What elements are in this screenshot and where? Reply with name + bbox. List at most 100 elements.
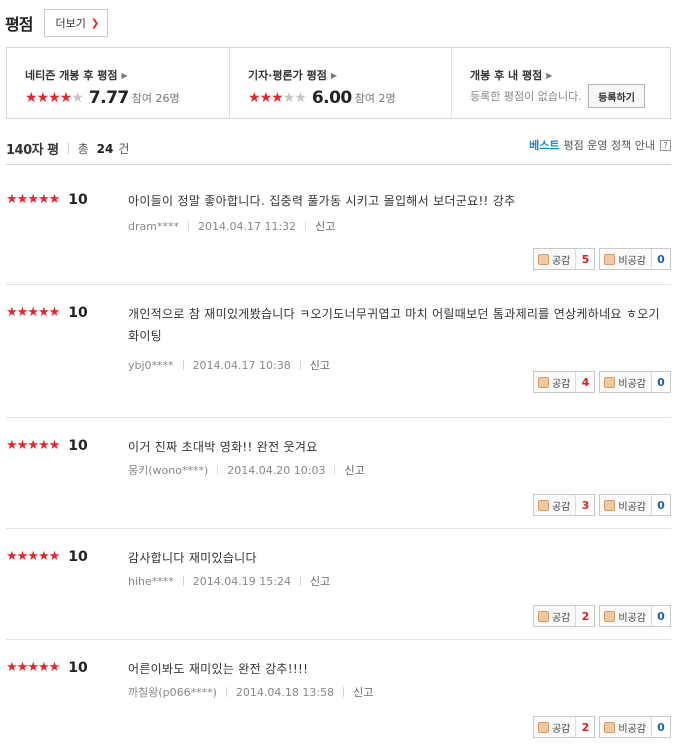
star-filled-icon: ★ bbox=[27, 549, 39, 564]
review-author[interactable]: hihe**** bbox=[128, 575, 174, 588]
dislike-button[interactable]: 비공감 0 bbox=[599, 248, 671, 270]
review-rating: ★ ★ ★ ★ ★ 10 bbox=[6, 549, 88, 565]
participants-count: 참여 26명 bbox=[131, 92, 180, 105]
reviews-list: ★ ★ ★ ★ ★ 10 아이들이 정말 좋아합니다. 집중력 풀가동 시키고 몰입해서 보… bbox=[6, 172, 671, 748]
section-title: 평점 bbox=[5, 15, 33, 34]
divider bbox=[217, 465, 219, 475]
arrow-right-icon: ▶ bbox=[546, 70, 553, 80]
review-date: 2014.04.17 11:32 bbox=[197, 219, 297, 233]
star-rating: ★ ★ ★ ★ ★ bbox=[6, 660, 60, 675]
score-value: 6.00 bbox=[311, 88, 352, 108]
star-filled-icon: ★ bbox=[37, 660, 50, 675]
star-filled-icon: ★ bbox=[16, 660, 29, 675]
like-button[interactable]: 공감 2 bbox=[532, 605, 596, 627]
dislike-button[interactable]: 비공감 0 bbox=[599, 371, 671, 393]
star-empty-icon: ★ bbox=[71, 90, 84, 106]
review-meta: ybj0**** 2014.04.17 10:38 신고 bbox=[128, 357, 330, 373]
my-score-label[interactable]: 개봉 후 내 평점 ▶ bbox=[470, 67, 670, 83]
star-rating: ★ ★ ★ ★ ★ bbox=[6, 305, 60, 320]
report-link[interactable]: 신고 bbox=[310, 573, 330, 589]
more-button[interactable]: 더보기 ❯ bbox=[44, 9, 109, 37]
like-button[interactable]: 공감 4 bbox=[532, 371, 596, 393]
reviews-title: 140자 평 bbox=[6, 143, 59, 158]
like-button[interactable]: 공감 3 bbox=[532, 494, 596, 516]
star-filled-icon: ★ bbox=[6, 192, 18, 207]
divider bbox=[305, 221, 307, 231]
review-date: 2014.04.19 15:24 bbox=[192, 574, 291, 588]
dislike-count: 0 bbox=[651, 249, 670, 269]
total-unit: 건 bbox=[118, 142, 130, 156]
star-filled-icon: ★ bbox=[25, 90, 38, 106]
my-score: 개봉 후 내 평점 ▶ 등록한 평점이 없습니다. 등록하기 bbox=[451, 48, 670, 118]
review-score: 10 bbox=[68, 660, 88, 676]
star-empty-icon: ★ bbox=[282, 90, 296, 106]
divider bbox=[182, 360, 184, 370]
star-filled-icon: ★ bbox=[16, 438, 29, 453]
like-label: 공감 bbox=[551, 255, 571, 267]
like-count: 3 bbox=[575, 495, 595, 515]
review-rating: ★ ★ ★ ★ ★ 10 bbox=[6, 438, 88, 454]
star-filled-icon: ★ bbox=[27, 438, 39, 453]
review-author[interactable]: dram**** bbox=[128, 220, 179, 233]
star-filled-icon: ★ bbox=[271, 90, 284, 106]
star-filled-icon: ★ bbox=[48, 438, 61, 453]
star-filled-icon: ★ bbox=[6, 549, 18, 564]
critic-score: 기자·평론가 평점 ▶ ★ ★ ★ ★ ★ 6.00 참여 2명 bbox=[229, 48, 451, 118]
star-rating: ★ ★ ★ ★ ★ bbox=[6, 438, 61, 453]
like-button[interactable]: 공감 5 bbox=[532, 248, 596, 270]
review-text: 감사합니다 재미있습니다 bbox=[128, 551, 257, 565]
star-filled-icon: ★ bbox=[16, 305, 29, 320]
review-date: 2014.04.18 13:58 bbox=[235, 685, 335, 699]
report-link[interactable]: 신고 bbox=[353, 684, 373, 700]
star-filled-icon: ★ bbox=[248, 90, 261, 106]
dislike-button[interactable]: 비공감 0 bbox=[599, 494, 671, 516]
thumbs-up-icon bbox=[537, 610, 549, 622]
more-button-label: 더보기 bbox=[55, 17, 86, 30]
vote-buttons: 공감 2 비공감 0 bbox=[532, 605, 671, 627]
dislike-label: 비공감 bbox=[618, 255, 646, 267]
thumbs-up-icon bbox=[537, 499, 549, 511]
policy-link[interactable]: 베스트 평점 운영 정책 안내 ? bbox=[529, 137, 671, 153]
star-filled-icon: ★ bbox=[37, 549, 50, 564]
report-link[interactable]: 신고 bbox=[344, 462, 364, 478]
netizen-score-label[interactable]: 네티즌 개봉 후 평점 ▶ bbox=[25, 67, 229, 83]
report-link[interactable]: 신고 bbox=[315, 218, 335, 234]
like-label: 공감 bbox=[551, 612, 571, 624]
review-score: 10 bbox=[68, 549, 88, 565]
register-score-button[interactable]: 등록하기 bbox=[588, 84, 645, 108]
critic-score-label[interactable]: 기자·평론가 평점 ▶ bbox=[248, 67, 451, 83]
review-meta: 까칠왕(p066****) 2014.04.18 13:58 신고 bbox=[128, 684, 373, 700]
arrow-right-icon: ▶ bbox=[330, 70, 338, 80]
help-icon[interactable]: ? bbox=[660, 139, 671, 151]
star-filled-icon: ★ bbox=[16, 192, 29, 207]
review-text: 어른이봐도 재미있는 완전 강추!!!! bbox=[128, 662, 309, 676]
participants-count: 참여 2명 bbox=[354, 92, 396, 105]
review-date: 2014.04.17 10:38 bbox=[192, 358, 291, 372]
divider bbox=[67, 143, 69, 154]
dislike-button[interactable]: 비공감 0 bbox=[599, 716, 671, 738]
reviews-bar: 140자 평 총 24 건 베스트 평점 운영 정책 안내 ? bbox=[6, 135, 671, 165]
score-value: 7.77 bbox=[88, 88, 129, 108]
review-text: 아이들이 정말 좋아합니다. 집중력 풀가동 시키고 몰입해서 보더군요!! 강… bbox=[128, 194, 516, 208]
review-author[interactable]: 몽키(wono****) bbox=[128, 462, 208, 478]
dislike-button[interactable]: 비공감 0 bbox=[599, 605, 671, 627]
thumbs-up-icon bbox=[537, 721, 549, 733]
review-meta: 몽키(wono****) 2014.04.20 10:03 신고 bbox=[128, 462, 365, 478]
dislike-count: 0 bbox=[651, 717, 670, 737]
review-meta: dram**** 2014.04.17 11:32 신고 bbox=[128, 218, 335, 234]
like-count: 5 bbox=[575, 249, 595, 269]
star-filled-icon: ★ bbox=[259, 90, 273, 106]
star-filled-icon: ★ bbox=[48, 192, 61, 207]
report-link[interactable]: 신고 bbox=[310, 357, 330, 373]
review-author[interactable]: ybj0**** bbox=[128, 359, 174, 372]
dislike-count: 0 bbox=[651, 606, 670, 626]
like-button[interactable]: 공감 2 bbox=[532, 716, 596, 738]
star-filled-icon: ★ bbox=[36, 90, 50, 106]
star-filled-icon: ★ bbox=[37, 305, 50, 320]
review-author[interactable]: 까칠왕(p066****) bbox=[128, 684, 217, 700]
like-count: 4 bbox=[575, 372, 595, 392]
thumbs-down-icon bbox=[604, 721, 616, 733]
netizen-score: 네티즌 개봉 후 평점 ▶ ★ ★ ★ ★ ★ 7.77 참여 26명 bbox=[7, 48, 229, 118]
star-filled-icon: ★ bbox=[6, 660, 18, 675]
star-filled-icon: ★ bbox=[6, 438, 18, 453]
